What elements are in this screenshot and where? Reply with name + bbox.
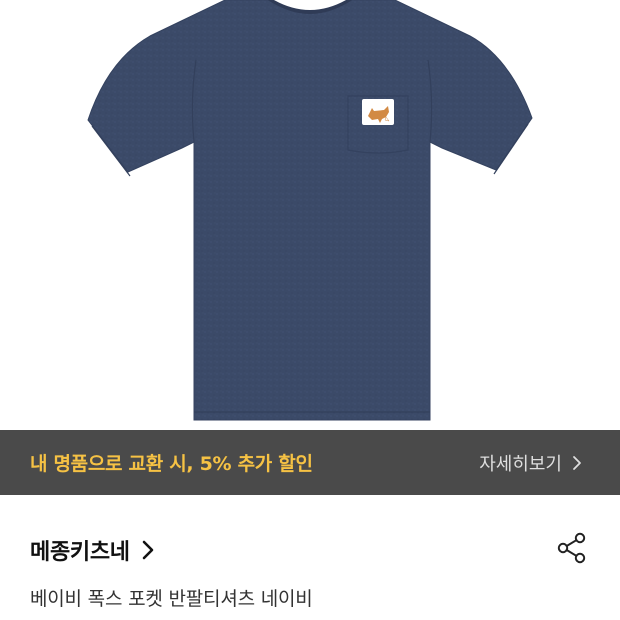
share-icon	[557, 532, 587, 568]
fox-logo-icon	[362, 99, 394, 125]
product-detail-page: 내 명품으로 교환 시, 5% 추가 할인 자세히보기 메종키츠네 베이비 폭스…	[0, 0, 620, 620]
brand-name: 메종키츠네	[30, 540, 130, 565]
t-shirt-image	[87, 0, 533, 421]
product-image[interactable]	[0, 0, 620, 430]
promo-details-label: 자세히보기	[479, 453, 562, 475]
product-name: 베이비 폭스 포켓 반팔티셔츠 네이비	[30, 588, 313, 610]
chevron-right-icon	[142, 540, 154, 560]
promo-text: 내 명품으로 교환 시, 5% 추가 할인	[30, 453, 313, 475]
brand-row: 메종키츠네	[30, 528, 590, 572]
chevron-right-icon	[572, 455, 582, 471]
brand-link[interactable]: 메종키츠네	[30, 534, 154, 566]
share-button[interactable]	[554, 532, 590, 568]
promo-banner[interactable]: 내 명품으로 교환 시, 5% 추가 할인 자세히보기	[0, 430, 620, 495]
promo-details-link[interactable]: 자세히보기	[479, 450, 582, 476]
